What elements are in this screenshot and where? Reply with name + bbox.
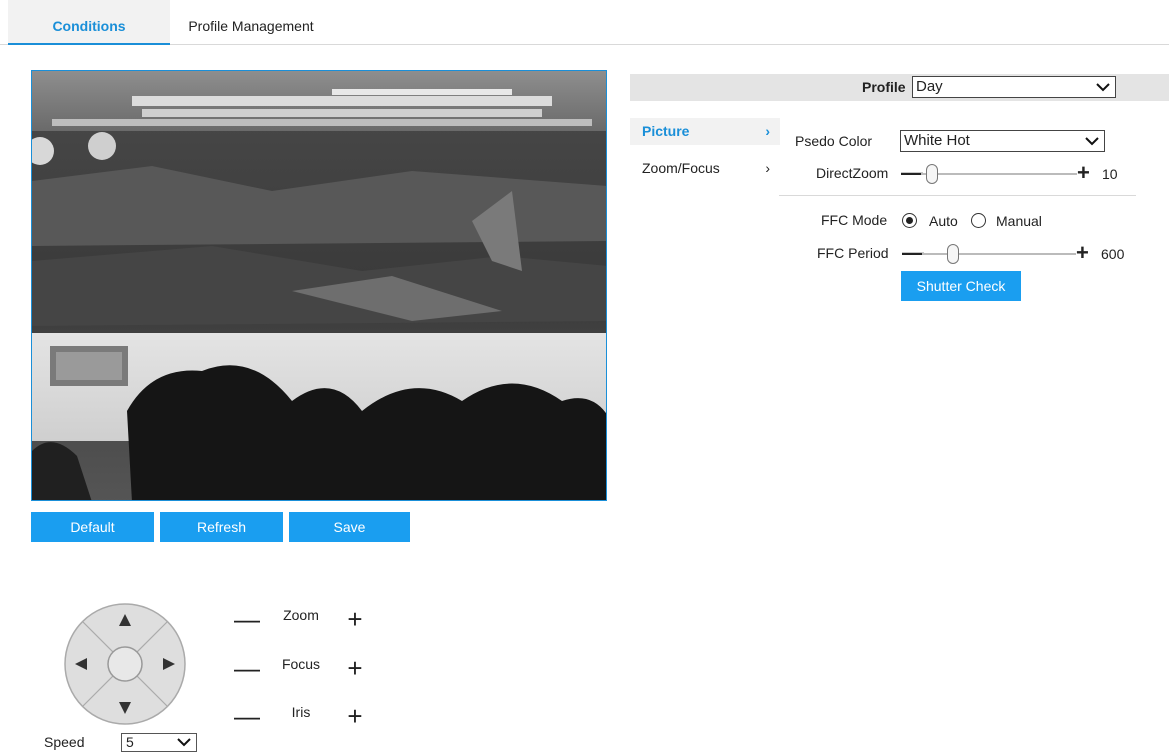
menu-item-label: Picture	[642, 123, 690, 139]
shutter-check-button[interactable]: Shutter Check	[901, 271, 1021, 301]
ffc-mode-auto-radio[interactable]	[902, 213, 917, 228]
divider	[779, 195, 1136, 196]
focus-far-button[interactable]: +	[345, 655, 365, 681]
direct-zoom-slider[interactable]	[921, 173, 1077, 175]
ptz-direction-pad[interactable]	[63, 602, 187, 726]
chevron-down-icon	[1096, 83, 1110, 92]
chevron-down-icon	[1085, 137, 1099, 146]
direct-zoom-label: DirectZoom	[816, 165, 889, 181]
chevron-right-icon: ›	[765, 123, 770, 139]
iris-open-button[interactable]: +	[345, 703, 365, 729]
ffc-period-slider-thumb[interactable]	[947, 244, 959, 264]
default-button[interactable]: Default	[31, 512, 154, 542]
profile-value: Day	[916, 78, 943, 95]
menu-item-picture[interactable]: Picture ›	[630, 118, 780, 145]
tab-conditions[interactable]: Conditions	[8, 0, 170, 45]
ffc-period-increase-button[interactable]: +	[1076, 242, 1089, 264]
menu-item-zoom-focus[interactable]: Zoom/Focus ›	[630, 155, 780, 182]
thermal-scene-image	[32, 71, 606, 500]
direct-zoom-decrease-button[interactable]: —	[901, 162, 923, 184]
ffc-period-label: FFC Period	[817, 245, 889, 261]
focus-near-button[interactable]: —	[234, 655, 260, 681]
direct-zoom-slider-thumb[interactable]	[926, 164, 938, 184]
speed-select[interactable]: 5	[121, 733, 197, 752]
tab-profile-management[interactable]: Profile Management	[170, 0, 332, 45]
psedo-color-value: White Hot	[904, 132, 970, 149]
iris-close-button[interactable]: —	[234, 703, 260, 729]
focus-label: Focus	[281, 656, 321, 672]
iris-label: Iris	[291, 704, 311, 720]
speed-label: Speed	[44, 734, 85, 750]
psedo-color-select[interactable]: White Hot	[900, 130, 1105, 152]
direct-zoom-increase-button[interactable]: +	[1077, 162, 1090, 184]
save-button[interactable]: Save	[289, 512, 410, 542]
ffc-mode-label: FFC Mode	[821, 212, 888, 228]
ffc-mode-manual-label: Manual	[996, 213, 1042, 229]
ptz-center-button[interactable]	[107, 646, 143, 682]
zoom-label: Zoom	[283, 607, 319, 623]
zoom-out-button[interactable]: —	[234, 606, 260, 632]
speed-value: 5	[126, 734, 134, 750]
ffc-period-slider[interactable]	[922, 253, 1076, 255]
ffc-period-value: 600	[1101, 246, 1125, 262]
chevron-right-icon: ›	[765, 160, 770, 176]
ffc-period-decrease-button[interactable]: —	[902, 242, 924, 264]
chevron-down-icon	[177, 738, 191, 747]
zoom-in-button[interactable]: +	[345, 606, 365, 632]
psedo-color-label: Psedo Color	[795, 133, 873, 149]
refresh-button[interactable]: Refresh	[160, 512, 283, 542]
menu-item-label: Zoom/Focus	[642, 160, 720, 176]
profile-label: Profile	[862, 79, 906, 95]
ffc-mode-manual-radio[interactable]	[971, 213, 986, 228]
live-video-preview	[31, 70, 607, 501]
ffc-mode-auto-label: Auto	[929, 213, 958, 229]
profile-select[interactable]: Day	[912, 76, 1116, 98]
direct-zoom-value: 10	[1102, 166, 1118, 182]
